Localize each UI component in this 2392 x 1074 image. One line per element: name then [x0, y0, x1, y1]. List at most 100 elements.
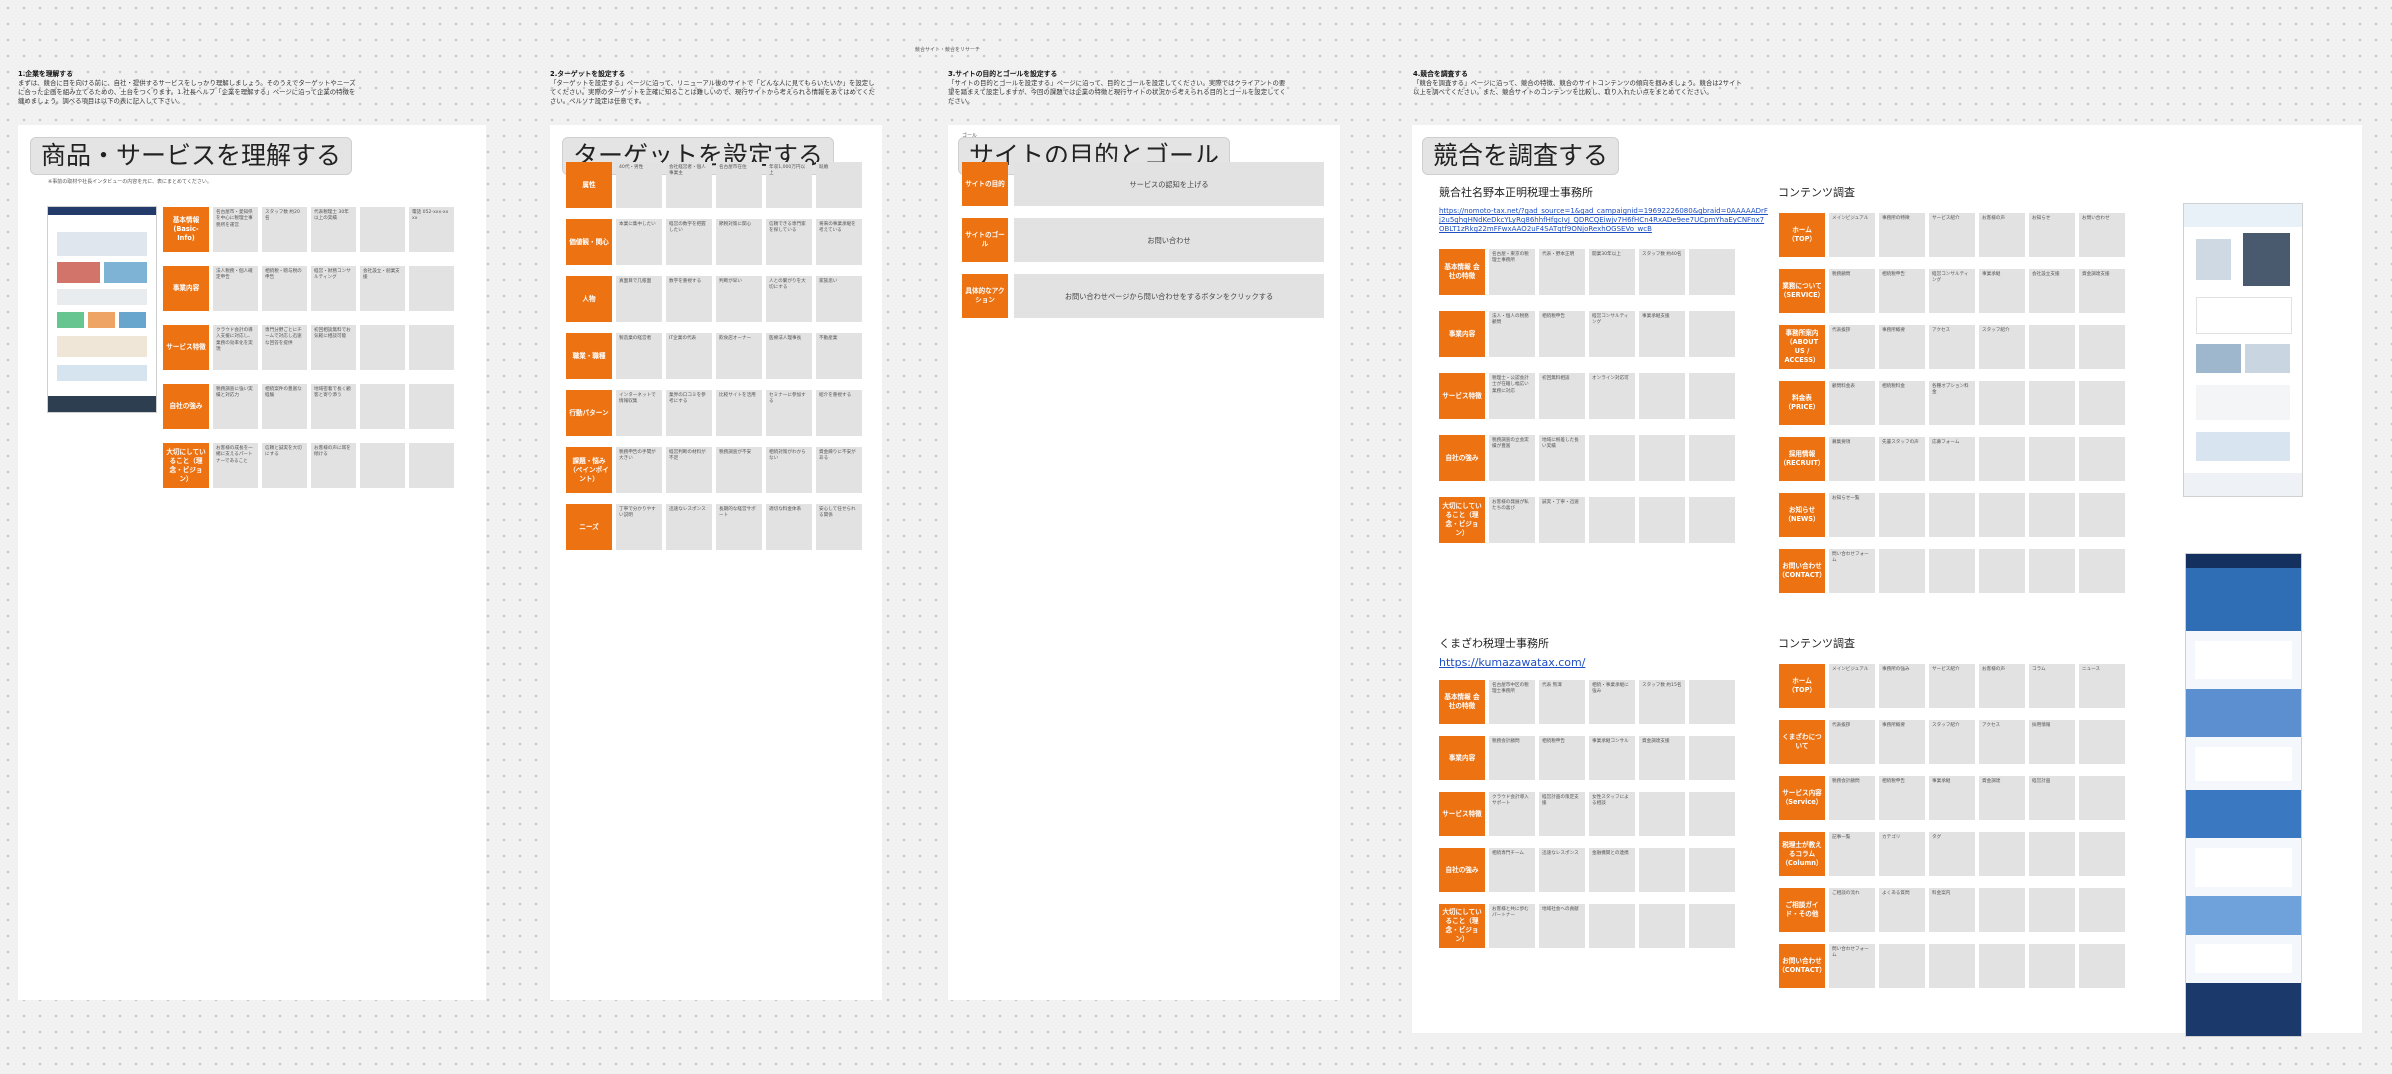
competitor1-content-cell: お知らせ一覧: [1829, 493, 1875, 537]
competitor1-content-cell: [1929, 493, 1975, 537]
competitor1-content-cell: [2079, 549, 2125, 593]
competitor2-content-cell: 相続税申告: [1879, 776, 1925, 820]
competitor2-content-cell: メインビジュアル: [1829, 664, 1875, 708]
target-row: 属性 40代・男性 会社経営者・個人事業主 名古屋市在住 年収1,000万円以上 既婚: [566, 162, 862, 208]
competitor2-content-cell: [2079, 832, 2125, 876]
competitor2-cell: 名古屋市中区の税理士事務所: [1489, 680, 1535, 724]
target-label: 属性: [566, 162, 612, 208]
goal-label: サイトの目的: [962, 162, 1008, 206]
competitor1-cell: 初回無料相談: [1539, 373, 1585, 419]
section1-intro: 1.企業を理解する まずは、競合に目を向ける前に、自社・提供するサービスをしっか…: [18, 70, 358, 106]
target-row: 課題・悩み（ペインポイント） 税務申告の手間が大きい 経営判断の材料が不足 税務調査が…: [566, 447, 862, 493]
competitor1-content-cell: 相続税申告: [1879, 269, 1925, 313]
competitor2-cell: クラウド会計導入サポート: [1489, 792, 1535, 836]
banner-competitors: 競合を調査する: [1422, 137, 1620, 175]
target-cell: 適切な料金体系: [766, 504, 812, 550]
product-cell: 相続案件の豊富な経験: [262, 384, 307, 429]
competitor2-content-cell: アクセス: [1979, 720, 2025, 764]
product-row: サービス特徴 クラウド会計の導入支援に対応し、業務の効率化を実現 専門分野ごとにチー…: [163, 325, 454, 370]
competitor2-cell: 相続・事業承継に強み: [1589, 680, 1635, 724]
competitor1-cell: 代表・野本正明: [1539, 249, 1585, 295]
competitor1-site-screenshot: [2183, 203, 2303, 497]
competitor1-content-cell: アクセス: [1929, 325, 1975, 369]
section3-text: 「サイトの目的とゴールを設定する」ページに沿って、目的とゴールを設定してください…: [948, 79, 1286, 105]
product-row: 大切にしていること（理念・ビジョン） お客様の成長を一緒に支えるパートナーであるこ…: [163, 443, 454, 488]
competitor1-content-cell: 応募フォーム: [1929, 437, 1975, 481]
competitor2-row: 自社の強み 相続専門チーム 迅速なレスポンス 金融機関との連携: [1439, 848, 1735, 892]
competitor2-content-label: ご相談ガイド・その他: [1779, 888, 1825, 932]
competitor1-content-cell: お知らせ: [2029, 213, 2075, 257]
section4-intro: 4.競合を調査する 「競合を調査する」ページに沿って、競合の特徴、競合のサイトコ…: [1413, 70, 1743, 97]
competitor1-url[interactable]: https://nomoto-tax.net/?gad_source=1&gad…: [1439, 207, 1769, 234]
competitor2-label: 自社の強み: [1439, 848, 1485, 892]
competitor1-content-cell: [1879, 549, 1925, 593]
competitor2-content-grid: ホーム（TOP） メインビジュアル 事務所の強み サービス紹介 お客様の声 コラム ニュース…: [1778, 664, 2125, 988]
competitor2-content-cell: [2079, 720, 2125, 764]
target-cell: 税務調査が不安: [716, 447, 762, 493]
target-cell: 業界の口コミを参考にする: [666, 390, 712, 436]
competitor2-cell: 女性スタッフによる相談: [1589, 792, 1635, 836]
competitor2-cell: [1689, 848, 1735, 892]
target-cell: 判断が早い: [716, 276, 762, 322]
competitor2-label: 大切にしていること（理念・ビジョン）: [1439, 904, 1485, 948]
competitor1-content-label: お知らせ（NEWS）: [1779, 493, 1825, 537]
competitor2-content-cell: [2079, 944, 2125, 988]
competitor2-row: 大切にしていること（理念・ビジョン） お客様と共に歩むパートナー 地域社会への貢献: [1439, 904, 1735, 948]
competitor1-content-cell: 代表挨拶: [1829, 325, 1875, 369]
competitor2-content-cell: 記事一覧: [1829, 832, 1875, 876]
target-label: 人物: [566, 276, 612, 322]
target-cell: 名古屋市在住: [716, 162, 762, 208]
competitor2-row: 基本情報 会社の特徴 名古屋市中区の税理士事務所 代表 熊澤 相続・事業承継に強み スタ…: [1439, 680, 1735, 724]
target-cell: セミナーに参加する: [766, 390, 812, 436]
competitor2-url[interactable]: https://kumazawatax.com/: [1439, 657, 1769, 668]
competitor1-label: 事業内容: [1439, 311, 1485, 357]
competitor1-cell: [1689, 311, 1735, 357]
competitor1-content-cell: お客様の声: [1979, 213, 2025, 257]
competitor1-content-cell: お問い合わせ: [2079, 213, 2125, 257]
competitor2-content-cell: [2079, 888, 2125, 932]
target-cell: 信頼できる専門家を探している: [766, 219, 812, 265]
competitor2-cell: スタッフ数 約15名: [1639, 680, 1685, 724]
competitor1-content-cell: 事業承継: [1979, 269, 2025, 313]
competitor1-content-label: 採用情報（RECRUIT）: [1779, 437, 1825, 481]
target-cell: 迅速なレスポンス: [666, 504, 712, 550]
target-cell: 安心して任せられる関係: [816, 504, 862, 550]
target-cell: 比較サイトを活用: [716, 390, 762, 436]
target-cell: 本業に集中したい: [616, 219, 662, 265]
competitor1-cell: 誠実・丁寧・迅速: [1539, 497, 1585, 543]
product-cell: 経営・財務コンサルティング: [311, 266, 356, 311]
competitor1-content-cell: [1929, 549, 1975, 593]
board1-note: ※事前の取材や社長インタビューの内容を元に、表にまとめてください。: [48, 179, 212, 185]
product-cell: 相続税・贈与税の申告: [262, 266, 307, 311]
target-row: 価値観・関心 本業に集中したい 経営の数字を把握したい 節税対策に関心 信頼できる専門家…: [566, 219, 862, 265]
competitor2-content-cell: [2079, 776, 2125, 820]
product-cell: 会社設立・創業支援: [360, 266, 405, 311]
target-cell: 節税対策に関心: [716, 219, 762, 265]
competitor1-cell: 名古屋・東京の税理士事務所: [1489, 249, 1535, 295]
competitor2-cell: [1689, 680, 1735, 724]
competitor1-label: 基本情報 会社の特徴: [1439, 249, 1485, 295]
competitor2-content-cell: サービス紹介: [1929, 664, 1975, 708]
competitor1-cell: 法人・個人の税務顧問: [1489, 311, 1535, 357]
product-label: 事業内容: [163, 266, 209, 311]
product-cell: 信頼と誠実を大切にする: [262, 443, 307, 488]
target-cell: 家族思い: [816, 276, 862, 322]
competitor1-name: 競合社名野本正明税理士事務所: [1439, 186, 1593, 199]
competitor1-cell: 開業30年以上: [1589, 249, 1635, 295]
target-row: 職業・職種 製造業の経営者 IT企業の代表 飲食店オーナー 医療法人理事長 不動産業: [566, 333, 862, 379]
product-cell: [360, 443, 405, 488]
product-cell: 税務調査に強い実績と対応力: [213, 384, 258, 429]
competitor1-row: 基本情報 会社の特徴 名古屋・東京の税理士事務所 代表・野本正明 開業30年以上 スタッ…: [1439, 249, 1735, 295]
competitor2-content-row: サービス内容（Service） 税務会計顧問 相続税申告 事業承継 資金調達 経営計画: [1779, 776, 2125, 820]
competitor2-site-screenshot: [2185, 553, 2302, 1037]
competitor1-row: 大切にしていること（理念・ビジョン） お客様の発展が私たちの喜び 誠実・丁寧・迅速: [1439, 497, 1735, 543]
competitor2-content-cell: [1879, 944, 1925, 988]
competitor1-content-cell: 顧問料金表: [1829, 381, 1875, 425]
target-cell: 相続対策がわからない: [766, 447, 812, 493]
target-cell: 年収1,000万円以上: [766, 162, 812, 208]
competitor1-content-cell: [2029, 549, 2075, 593]
competitor1-row: 自社の強み 税務調査の立会実績が豊富 地域に根差した長い実績: [1439, 435, 1735, 481]
product-label: 基本情報 (Basic-Info): [163, 207, 209, 252]
competitor2-content-cell: [1979, 888, 2025, 932]
target-cell: 既婚: [816, 162, 862, 208]
